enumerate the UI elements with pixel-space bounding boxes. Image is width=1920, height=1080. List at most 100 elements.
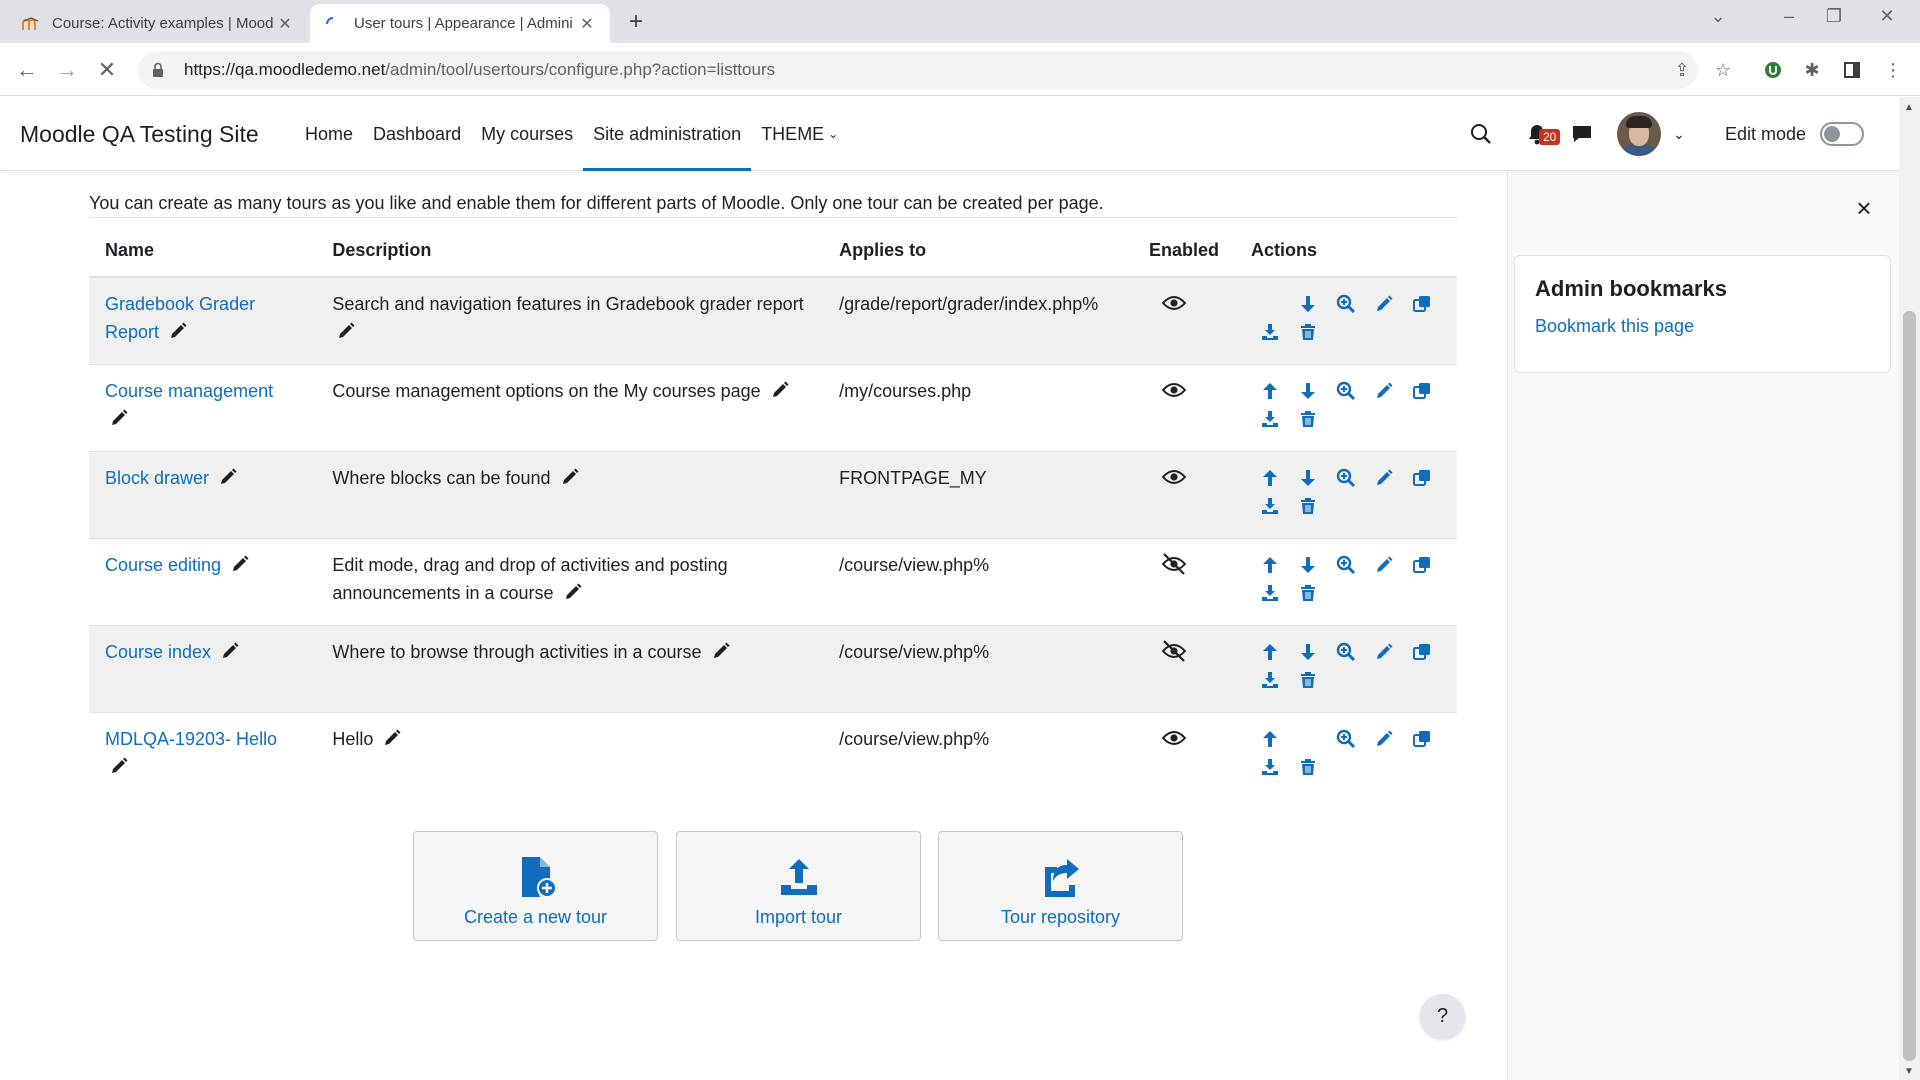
nav-home[interactable]: Home (295, 97, 363, 171)
create-new-tour-button[interactable]: Create a new tour (413, 831, 658, 941)
view-zoom-icon[interactable] (1327, 464, 1365, 492)
edit-pencil-icon[interactable] (109, 756, 129, 776)
move-up-icon[interactable] (1251, 725, 1289, 753)
scrollbar-thumb[interactable] (1903, 311, 1916, 1061)
edit-icon[interactable] (1365, 464, 1403, 492)
site-name[interactable]: Moodle QA Testing Site (20, 121, 259, 148)
edit-pencil-icon[interactable] (560, 467, 580, 487)
export-icon[interactable] (1251, 492, 1289, 520)
eye-icon[interactable] (1161, 464, 1187, 490)
forward-icon[interactable]: → (52, 55, 82, 85)
help-button[interactable]: ? (1420, 994, 1465, 1039)
tab-close-icon[interactable]: ✕ (578, 14, 596, 34)
bookmark-this-page-link[interactable]: Bookmark this page (1535, 316, 1870, 337)
export-icon[interactable] (1251, 666, 1289, 694)
duplicate-icon[interactable] (1403, 464, 1441, 492)
move-down-icon[interactable] (1289, 290, 1327, 318)
edit-pencil-icon[interactable] (711, 641, 731, 661)
browser-tab-user-tours[interactable]: User tours | Appearance | Admini ✕ (310, 4, 610, 43)
duplicate-icon[interactable] (1403, 725, 1441, 753)
eye-slash-icon[interactable] (1161, 551, 1187, 577)
move-down-icon[interactable] (1289, 377, 1327, 405)
back-icon[interactable]: ← (12, 55, 42, 85)
edit-pencil-icon[interactable] (336, 321, 356, 341)
scroll-down-arrow-icon[interactable]: ▼ (1904, 1066, 1914, 1077)
move-up-icon[interactable] (1251, 377, 1289, 405)
duplicate-icon[interactable] (1403, 290, 1441, 318)
delete-trash-icon[interactable] (1289, 666, 1327, 694)
scroll-up-arrow-icon[interactable]: ▲ (1904, 102, 1914, 113)
export-icon[interactable] (1251, 753, 1289, 781)
tab-search-icon[interactable]: ⌄ (1703, 6, 1733, 27)
tour-name-link[interactable]: Course management (105, 381, 273, 401)
edit-pencil-icon[interactable] (382, 728, 402, 748)
nav-dashboard[interactable]: Dashboard (363, 97, 471, 171)
move-down-icon[interactable] (1289, 638, 1327, 666)
edit-pencil-icon[interactable] (168, 321, 188, 341)
eye-icon[interactable] (1161, 377, 1187, 403)
move-down-icon[interactable] (1289, 464, 1327, 492)
avatar[interactable] (1617, 112, 1661, 156)
edit-pencil-icon[interactable] (563, 582, 583, 602)
tab-close-icon[interactable]: ✕ (276, 14, 294, 34)
edit-icon[interactable] (1365, 551, 1403, 579)
edit-pencil-icon[interactable] (230, 554, 250, 574)
delete-trash-icon[interactable] (1289, 405, 1327, 433)
delete-trash-icon[interactable] (1289, 318, 1327, 346)
minimize-icon[interactable]: – (1774, 6, 1804, 27)
extensions-puzzle-icon[interactable]: ✱ (1797, 55, 1827, 85)
side-panel-icon[interactable] (1837, 55, 1867, 85)
restore-icon[interactable]: ❐ (1819, 6, 1849, 27)
move-up-icon[interactable] (1251, 638, 1289, 666)
delete-trash-icon[interactable] (1289, 753, 1327, 781)
user-menu-chevron-icon[interactable]: ⌄ (1664, 119, 1694, 149)
tour-name-link[interactable]: Course index (105, 642, 211, 662)
window-close-icon[interactable]: ✕ (1872, 6, 1902, 27)
view-zoom-icon[interactable] (1327, 377, 1365, 405)
view-zoom-icon[interactable] (1327, 551, 1365, 579)
nav-my-courses[interactable]: My courses (471, 97, 583, 171)
export-icon[interactable] (1251, 405, 1289, 433)
edit-icon[interactable] (1365, 290, 1403, 318)
nav-site-administration[interactable]: Site administration (583, 97, 752, 171)
tour-name-link[interactable]: Course editing (105, 555, 221, 575)
edit-icon[interactable] (1365, 377, 1403, 405)
edit-pencil-icon[interactable] (109, 408, 129, 428)
messages-icon[interactable] (1567, 119, 1597, 149)
search-icon[interactable] (1466, 119, 1496, 149)
duplicate-icon[interactable] (1403, 377, 1441, 405)
view-zoom-icon[interactable] (1327, 725, 1365, 753)
duplicate-icon[interactable] (1403, 638, 1441, 666)
browser-tab-course[interactable]: Course: Activity examples | Mood ✕ (8, 4, 308, 43)
url-field[interactable]: https://qa.moodledemo.net/admin/tool/use… (138, 51, 1698, 89)
edit-pencil-icon[interactable] (220, 641, 240, 661)
move-up-icon[interactable] (1251, 551, 1289, 579)
page-scrollbar[interactable] (1899, 97, 1920, 1080)
view-zoom-icon[interactable] (1327, 638, 1365, 666)
close-drawer-icon[interactable]: × (1852, 195, 1876, 221)
bookmark-star-icon[interactable]: ☆ (1708, 55, 1738, 85)
edit-pencil-icon[interactable] (218, 467, 238, 487)
eye-slash-icon[interactable] (1161, 638, 1187, 664)
edit-icon[interactable] (1365, 638, 1403, 666)
share-icon[interactable]: ⇪ (1667, 55, 1697, 85)
export-icon[interactable] (1251, 318, 1289, 346)
view-zoom-icon[interactable] (1327, 290, 1365, 318)
eye-icon[interactable] (1161, 725, 1187, 751)
tour-repository-button[interactable]: Tour repository (938, 831, 1183, 941)
new-tab-button[interactable]: + (622, 8, 650, 36)
tour-name-link[interactable]: Block drawer (105, 468, 209, 488)
edit-mode-toggle[interactable] (1820, 122, 1864, 146)
move-up-icon[interactable] (1251, 464, 1289, 492)
eye-icon[interactable] (1161, 290, 1187, 316)
import-tour-button[interactable]: Import tour (676, 831, 921, 941)
stop-loading-icon[interactable]: ✕ (92, 55, 122, 85)
delete-trash-icon[interactable] (1289, 492, 1327, 520)
extension-shield-icon[interactable] (1758, 55, 1788, 85)
edit-icon[interactable] (1365, 725, 1403, 753)
delete-trash-icon[interactable] (1289, 579, 1327, 607)
nav-theme-dropdown[interactable]: THEME ⌄ (751, 97, 848, 171)
export-icon[interactable] (1251, 579, 1289, 607)
move-down-icon[interactable] (1289, 551, 1327, 579)
tour-name-link[interactable]: MDLQA-19203- Hello (105, 729, 277, 749)
